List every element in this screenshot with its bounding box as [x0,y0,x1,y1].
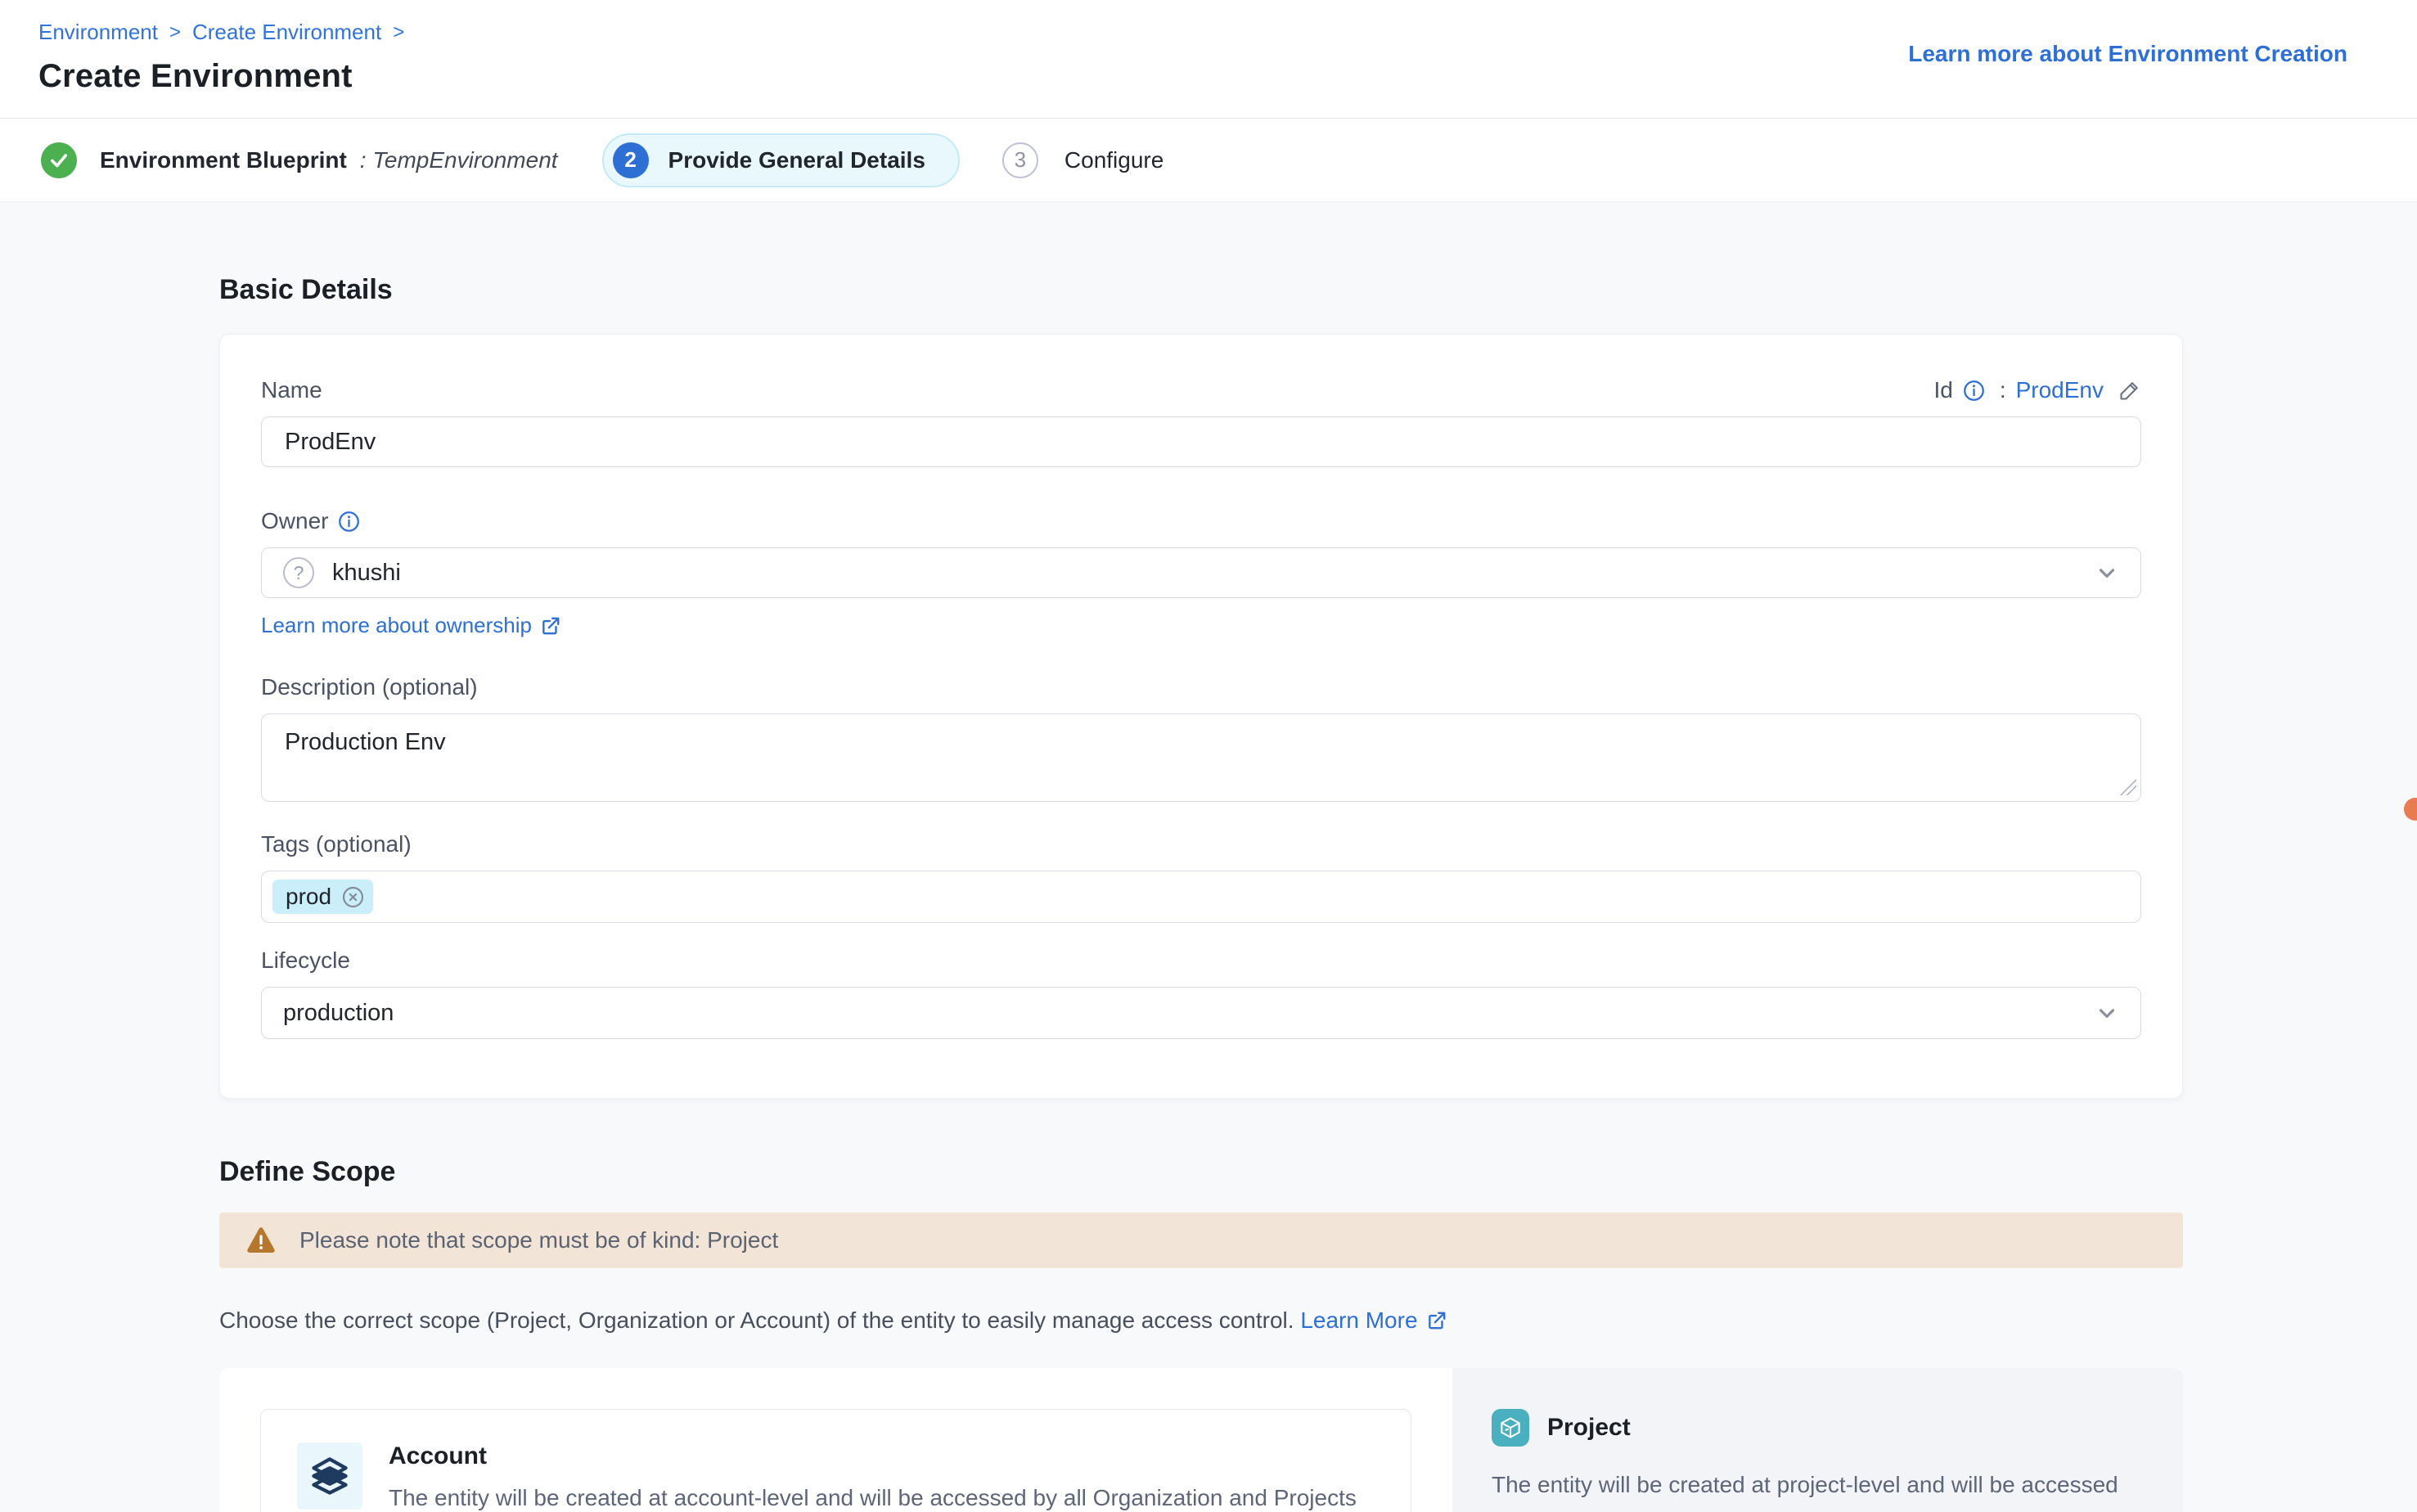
lifecycle-select[interactable]: production [261,987,2141,1039]
owner-value: khushi [332,560,401,587]
step-number-badge: 3 [1002,142,1038,178]
project-option-panel[interactable]: Project The entity will be created at pr… [1452,1368,2183,1512]
chevron-down-icon [2095,560,2119,585]
scope-left-panel: Account The entity will be created at ac… [219,1368,1452,1512]
step-label: Environment Blueprint [100,147,347,173]
breadcrumb-link-environment[interactable]: Environment [38,20,158,45]
project-title: Project [1547,1414,1631,1442]
section-title-define-scope: Define Scope [219,1156,2417,1188]
scope-learn-more-link[interactable]: Learn More [1300,1307,1447,1334]
top-bar: Environment > Create Environment > Creat… [0,0,2417,119]
section-title-basic-details: Basic Details [219,274,2417,306]
textarea-resize-handle[interactable] [2120,779,2136,795]
step-number-badge: 2 [613,142,649,178]
account-option-card[interactable]: Account The entity will be created at ac… [260,1409,1411,1512]
scope-description: Choose the correct scope (Project, Organ… [219,1307,2417,1334]
step-label: Configure [1064,147,1163,173]
step-environment-blueprint[interactable]: Environment Blueprint : TempEnvironment [41,142,558,178]
id-label: Id [1933,377,1952,403]
name-input[interactable] [261,416,2141,467]
owner-label: Owner [261,508,360,534]
id-value-link[interactable]: ProdEnv [2016,377,2104,403]
lifecycle-label: Lifecycle [261,947,350,974]
external-link-icon [540,615,561,637]
chevron-down-icon [2095,1001,2119,1025]
scope-options: Account The entity will be created at ac… [219,1368,2183,1512]
scope-warning-banner: Please note that scope must be of kind: … [219,1213,2183,1268]
step-configure[interactable]: 3 Configure [1002,142,1163,178]
external-link-icon [1426,1310,1447,1331]
id-info-icon[interactable] [1963,380,1985,402]
wizard-stepper: Environment Blueprint : TempEnvironment … [0,119,2417,202]
description-textarea[interactable]: Production Env [261,713,2141,802]
main-content: Basic Details Name Id : ProdEnv Owner [0,202,2417,1512]
project-cube-icon [1492,1409,1529,1447]
check-icon [41,142,77,178]
breadcrumb-separator: > [393,21,404,44]
name-label: Name [261,377,322,403]
id-colon: : [2000,377,2006,403]
breadcrumb-separator: > [169,21,181,44]
tag-chip: prod [272,880,373,914]
step-label: Provide General Details [668,147,925,173]
tags-input[interactable]: prod [261,871,2141,923]
scope-warning-text: Please note that scope must be of kind: … [299,1227,778,1253]
step-selected-blueprint: : TempEnvironment [360,147,558,173]
lifecycle-value: production [283,1000,394,1027]
warning-triangle-icon [244,1224,278,1257]
tags-label: Tags (optional) [261,831,412,857]
project-description: The entity will be created at project-le… [1492,1466,2138,1512]
account-description: The entity will be created at account-le… [389,1480,1375,1512]
learn-more-environment-creation-link[interactable]: Learn more about Environment Creation [1908,41,2347,67]
account-title: Account [389,1442,1375,1470]
entity-id-row: Id : ProdEnv [1933,377,2141,403]
description-label: Description (optional) [261,674,478,700]
question-circle-icon: ? [283,557,314,588]
ownership-learn-more-link[interactable]: Learn more about ownership [261,613,561,638]
edit-id-pencil-icon[interactable] [2118,379,2141,402]
tag-remove-icon[interactable] [341,885,365,909]
owner-info-icon[interactable] [338,511,360,533]
account-layers-icon [297,1442,362,1510]
breadcrumb-link-create-environment[interactable]: Create Environment [192,20,381,45]
step-provide-general-details[interactable]: 2 Provide General Details [602,133,960,187]
basic-details-card: Name Id : ProdEnv Owner [219,334,2183,1099]
owner-select[interactable]: ? khushi [261,547,2141,598]
